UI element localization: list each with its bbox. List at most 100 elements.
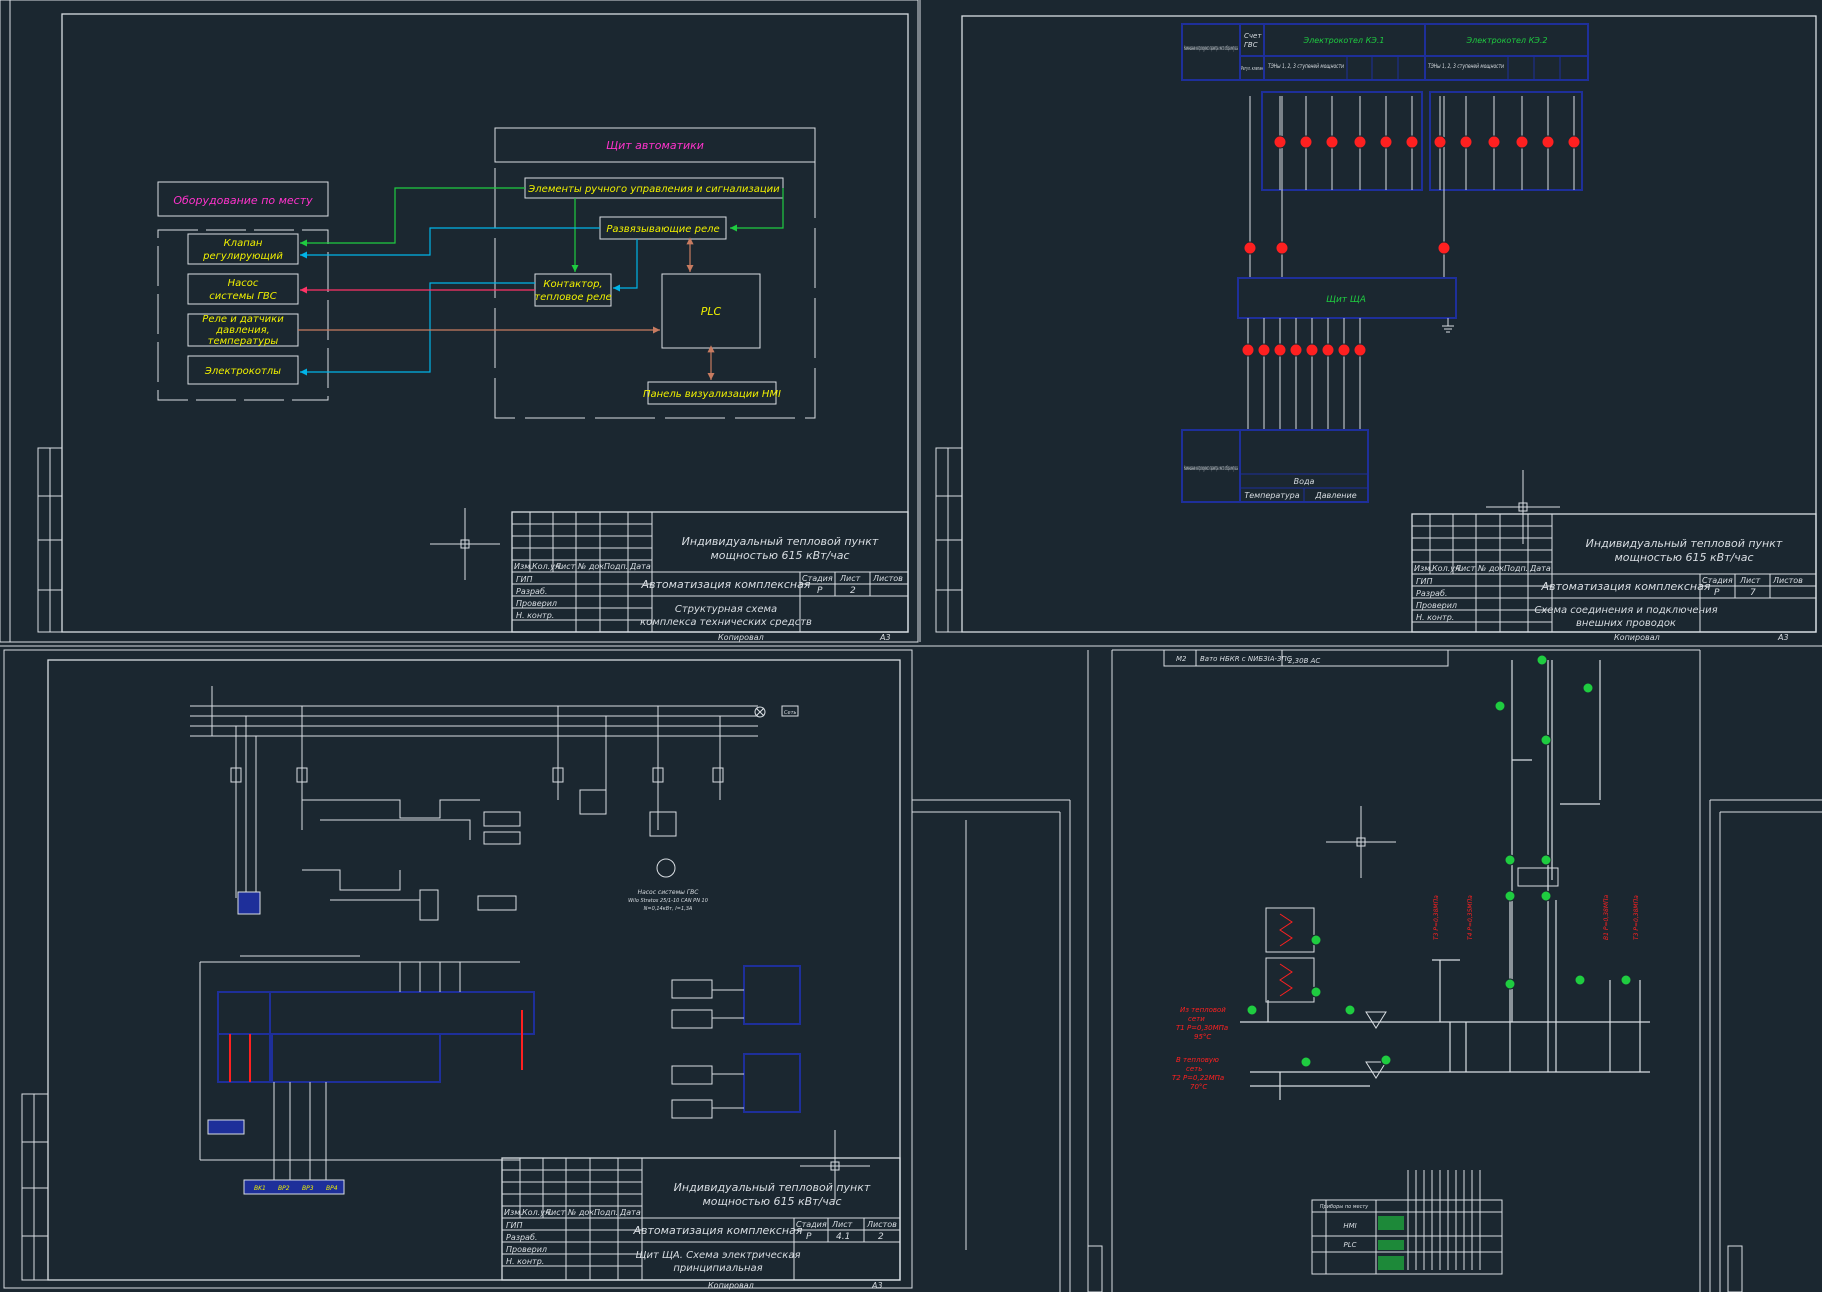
col7-doc: № док. (1477, 564, 1507, 573)
col-list: Лист (554, 562, 576, 571)
col7-list: Лист (1454, 564, 1476, 573)
local-equipment-label: Оборудование по месту (173, 194, 313, 207)
sheets41-header: Листов (866, 1220, 897, 1229)
side-stamp (37, 447, 63, 633)
valve-label-2: регулирующий (202, 251, 283, 262)
sheets41-value: 2 (878, 1232, 884, 1242)
crosshair-2 (1486, 470, 1560, 544)
title-block-sheet7: Индивидуальный тепловой пункт мощностью … (1411, 513, 1817, 642)
col41-podp: Подп. (594, 1208, 618, 1217)
row41-razrab: Разраб. (506, 1233, 537, 1242)
power-busbars (190, 686, 758, 737)
instrument-markers (1246, 654, 1632, 1068)
spec-note: 2,30В АС (1288, 657, 1320, 665)
sheets7-header: Листов (1772, 576, 1803, 585)
col-date: Дата (629, 562, 651, 571)
col7-date: Дата (1529, 564, 1551, 573)
sensors-label-3: температуры (208, 336, 279, 347)
sensor-bp3: BP3 (302, 1185, 314, 1192)
copied-by: Копировал (718, 633, 764, 642)
row7-razrab: Разраб. (1416, 589, 1447, 598)
row-razrab: Разраб. (516, 587, 547, 596)
title-block-sheet41: Индивидуальный тепловой пункт мощностью … (501, 1157, 901, 1290)
svg-text:B1 P=0,38МПа: B1 P=0,38МПа (1603, 894, 1610, 940)
sensor-lines (1247, 318, 1361, 430)
format: А3 (879, 633, 891, 642)
sensor-table: Наименование контролируемого параметра и… (1181, 429, 1369, 503)
sheet41-value: 4.1 (836, 1232, 850, 1242)
stage41-value: Р (806, 1232, 812, 1242)
sensors-label: Реле и датчики (202, 314, 284, 325)
svg-text:T4 P=0,35МПа: T4 P=0,35МПа (1467, 895, 1474, 940)
format41: А3 (871, 1281, 883, 1290)
table-row-plc: PLC (1343, 1241, 1356, 1249)
contactor-label: Контактор, (543, 279, 602, 290)
sheet-wiring-scheme: Наименование контролируемого параметра и… (919, 0, 1817, 642)
col7-izm: Изм. (1414, 564, 1433, 573)
relays-label: Развязывающие реле (606, 224, 719, 235)
sensor-bk1: BK1 (254, 1185, 266, 1192)
drawing41-name-2: принципиальная (673, 1263, 762, 1274)
title41-line2: мощностью 615 кВт/час (702, 1195, 841, 1208)
row7-nkontr: Н. контр. (1416, 613, 1454, 622)
drawing-name: Структурная схема (675, 604, 777, 615)
stage-header: Стадия (802, 574, 833, 583)
ten-stages-2: ТЭНы 1, 2, 3 ступеней мощности (1428, 63, 1504, 70)
boiler1-label: Электрокотел КЭ.1 (1303, 36, 1385, 45)
ten-stages-1: ТЭНы 1, 2, 3 ступеней мощности (1268, 63, 1344, 70)
title7-line2: мощностью 615 кВт/час (1614, 551, 1753, 564)
heat-out-label: В тепловую (1176, 1056, 1219, 1064)
row-nkontr: Н. контр. (516, 611, 554, 620)
spec-text: Вато HБКR с NИБЗIА-ЗПС (1200, 655, 1292, 663)
sheets-header: Листов (872, 574, 903, 583)
valve-label: Клапан (224, 238, 263, 249)
sensor-bp2: BP2 (278, 1185, 290, 1192)
heat-in-label-2: сети (1188, 1015, 1205, 1023)
heat-in-label-3: Т1 Р=0,30МПа (1176, 1024, 1228, 1032)
title-line2: мощностью 615 кВт/час (710, 549, 849, 562)
format7: А3 (1777, 633, 1789, 642)
sensor-bp4: BP4 (326, 1185, 338, 1192)
network-label: Сеть (784, 710, 796, 716)
temperature-label: Температура (1244, 491, 1299, 500)
stage41-header: Стадия (796, 1220, 827, 1229)
drawing41-name: Щит ЩА. Схема электрическая (636, 1250, 801, 1261)
copied41-by: Копировал (708, 1281, 754, 1290)
col-izm: Изм. (514, 562, 533, 571)
table-title: Приборы по месту (1320, 1204, 1369, 1210)
panel-label: Щит автоматики (606, 139, 704, 152)
copied7-by: Копировал (1614, 633, 1660, 642)
boiler2-label: Электрокотел КЭ.2 (1466, 36, 1548, 45)
title7-line1: Индивидуальный тепловой пункт (1586, 537, 1783, 550)
control-circuits (302, 789, 677, 921)
boilers-label: Электрокотлы (204, 366, 281, 377)
hmi-label: Панель визуализации HMI (643, 389, 781, 400)
drawing-canvas: Оборудование по месту Клапан регулирующи… (0, 0, 1822, 1292)
breakers (230, 767, 724, 783)
dhw-label: Счет (1244, 32, 1262, 40)
pump-params: N=0,14кВт, I=1,3А (644, 906, 693, 912)
svg-text:T3 P=0,38МПа: T3 P=0,38МПа (1433, 895, 1440, 940)
sensor-markers (1241, 343, 1367, 357)
signal-header-table: Наименование контролируемого параметра и… (1181, 23, 1589, 81)
svg-text:T3 P=0,38МПа: T3 P=0,38МПа (1633, 895, 1640, 940)
reg-valve-label: Регул. клапан (1241, 66, 1263, 72)
row41-nkontr: Н. контр. (506, 1257, 544, 1266)
col41-date: Дата (619, 1208, 641, 1217)
feeder-lines (235, 706, 721, 898)
row-prov: Проверил (516, 599, 557, 608)
stage7-value: Р (1714, 588, 1720, 598)
col-doc: № док. (577, 562, 607, 571)
col41-list: Лист (544, 1208, 566, 1217)
sheet7-value: 7 (1750, 588, 1756, 598)
row41-gip: ГИП (506, 1221, 522, 1230)
plc-wiring (199, 955, 520, 1186)
param-header-2: Наименование контролируемого параметра и… (1184, 465, 1238, 472)
row-gip: ГИП (516, 575, 532, 584)
crosshair-4 (1326, 806, 1396, 878)
sheet-value: 2 (850, 586, 856, 596)
panel-sha-label: Щит ЩА (1326, 295, 1366, 305)
heat-in-label: Из тепловой (1180, 1006, 1226, 1014)
contactor-label-2: тепловое реле (534, 292, 611, 303)
stage-value: Р (817, 586, 823, 596)
